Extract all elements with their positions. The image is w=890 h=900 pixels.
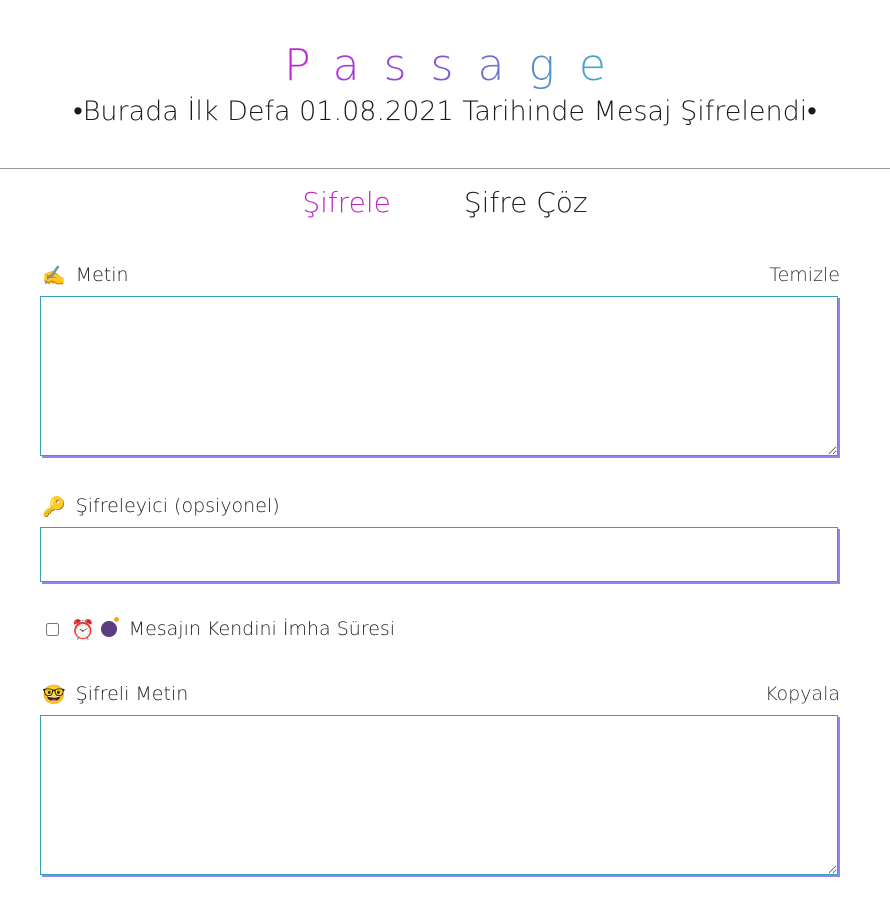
key-input[interactable] [40, 527, 838, 582]
logo-wrap: Passage [0, 36, 890, 96]
self-destruct-label: Mesajın Kendini İmha Süresi [128, 618, 396, 640]
alarm-clock-icon: ⏰ [71, 618, 95, 641]
text-input[interactable] [40, 296, 838, 456]
key-label: Şifreleyici (opsiyonel) [75, 495, 280, 517]
key-icon: 🔑 [42, 495, 66, 518]
self-destruct-row: ⏰ Mesajın Kendini İmha Süresi [44, 616, 395, 642]
cipher-label-row: 🤓 Şifreli Metin Kopyala [42, 681, 840, 707]
copy-button[interactable]: Kopyala [765, 683, 840, 705]
cipher-label-group: 🤓 Şifreli Metin [42, 683, 188, 706]
text-label: Metin [75, 264, 129, 286]
cipher-label: Şifreli Metin [75, 683, 189, 705]
bomb-icon [100, 617, 119, 637]
text-label-row: ✍️ Metin Temizle [42, 262, 840, 288]
clear-button[interactable]: Temizle [769, 264, 840, 286]
self-destruct-checkbox[interactable] [46, 622, 59, 636]
tabs: Şifrele Şifre Çöz [0, 186, 890, 219]
writing-hand-icon: ✍️ [42, 264, 66, 287]
nerd-face-icon: 🤓 [42, 683, 66, 706]
tab-encrypt[interactable]: Şifrele [302, 186, 391, 219]
key-label-row: 🔑 Şifreleyici (opsiyonel) [42, 493, 840, 519]
cipher-output[interactable] [40, 715, 838, 875]
tagline: •Burada İlk Defa 01.08.2021 Tarihinde Me… [73, 96, 817, 127]
tab-decrypt[interactable]: Şifre Çöz [464, 186, 588, 219]
logo: Passage [260, 36, 630, 96]
text-label-group: ✍️ Metin [42, 264, 129, 287]
key-label-group: 🔑 Şifreleyici (opsiyonel) [42, 495, 280, 518]
header: Passage •Burada İlk Defa 01.08.2021 Tari… [0, 0, 890, 169]
